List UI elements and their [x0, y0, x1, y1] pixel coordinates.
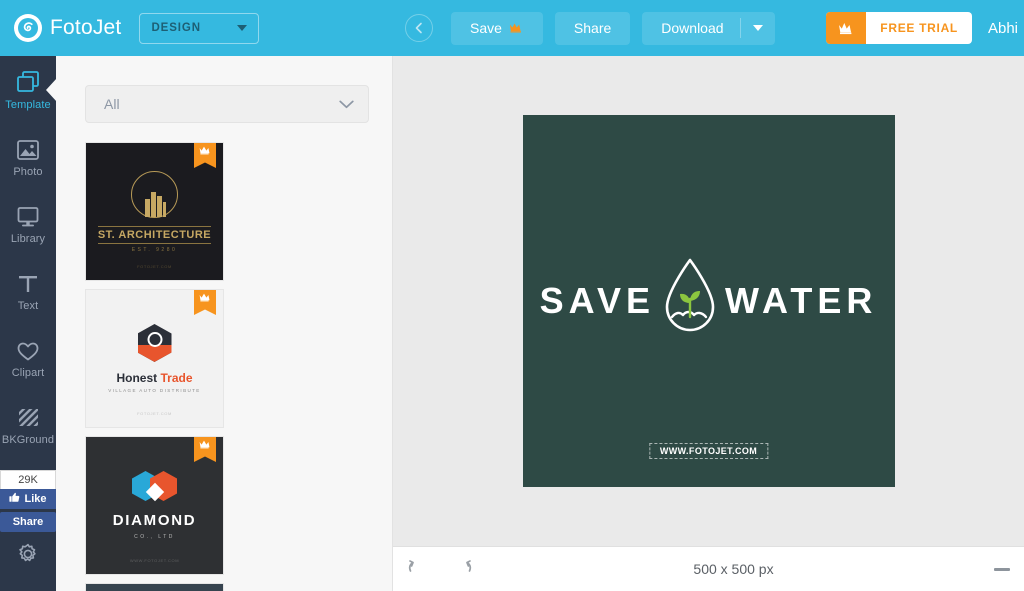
heart-icon: [16, 336, 40, 362]
template-title: ST. ARCHITECTURE: [97, 225, 212, 244]
sidebar-item-text[interactable]: Text: [0, 257, 56, 324]
sidebar-item-label: Library: [10, 233, 46, 245]
top-header: FotoJet DESIGN Save Share Download FREE …: [0, 0, 1024, 56]
sidebar-item-library[interactable]: Library: [0, 190, 56, 257]
premium-crown-badge: [194, 437, 216, 462]
template-footer: FOTOJET.COM: [137, 264, 172, 269]
crown-icon: [509, 20, 524, 36]
caret-down-icon: [752, 25, 763, 31]
facebook-like-label: Like: [24, 493, 47, 505]
design-dropdown-label: DESIGN: [151, 22, 201, 34]
template-title-part-b: Trade: [160, 371, 193, 385]
facebook-share-button[interactable]: Share: [0, 512, 56, 532]
sidebar-item-label: Clipart: [11, 367, 45, 379]
share-button-label: Share: [573, 20, 612, 36]
download-dropdown-toggle[interactable]: [741, 12, 775, 45]
facebook-like-button[interactable]: Like: [0, 489, 56, 509]
fotojet-editor-app: FotoJet DESIGN Save Share Download FREE …: [0, 0, 1024, 591]
brand-name: FotoJet: [50, 16, 122, 39]
facebook-social-widget: 29K Like Share: [0, 470, 56, 532]
zoom-controls: [994, 567, 1024, 571]
template-subtitle: VILLAGE AUTO DISTRIBUTE: [108, 388, 201, 393]
share-button[interactable]: Share: [554, 11, 631, 45]
facebook-share-label: Share: [12, 516, 44, 528]
free-trial-label: FREE TRIAL: [880, 21, 958, 35]
layers-icon: [16, 68, 41, 94]
canvas-size-label: 500 x 500 px: [693, 561, 774, 577]
facebook-like-count: 29K: [0, 470, 56, 489]
template-category-value: All: [104, 96, 120, 112]
template-footer: FOTOJET.COM: [137, 411, 172, 416]
chevron-left-icon: [415, 22, 422, 34]
chevron-down-icon: [339, 96, 354, 112]
redo-arrow-icon: [466, 559, 472, 572]
bottom-toolbar: 500 x 500 px: [393, 546, 1024, 591]
download-button[interactable]: Download: [642, 12, 739, 45]
monitor-icon: [16, 202, 40, 228]
hatch-pattern-icon: [17, 403, 40, 429]
architecture-emblem-icon: [131, 170, 178, 218]
template-subtitle: EST. 9280: [131, 246, 178, 253]
premium-crown-badge: [194, 290, 216, 315]
undo-arrow-icon: [408, 559, 414, 572]
user-account-name[interactable]: Abhi: [988, 20, 1024, 37]
sidebar-item-photo[interactable]: Photo: [0, 123, 56, 190]
template-title: Honest Trade: [116, 371, 192, 385]
sidebar-item-template[interactable]: Template: [0, 56, 56, 123]
settings-button[interactable]: [17, 543, 39, 570]
caret-down-icon: [237, 25, 248, 31]
canvas-word-water: WATER: [725, 280, 878, 321]
crown-icon: [826, 12, 867, 44]
save-button[interactable]: Save: [451, 11, 543, 45]
template-title: DIAMOND: [112, 512, 197, 529]
template-title-part-a: Honest: [116, 371, 161, 385]
canvas-watermark[interactable]: WWW.FOTOJET.COM: [648, 443, 769, 459]
header-tools: Save Share Download FREE TRIAL Abhi: [393, 0, 1024, 56]
template-footer: WWW.FOTOJET.COM: [129, 558, 180, 563]
canvas-workspace: SAVE WATER WWW.FOTOJET.COM: [393, 56, 1024, 546]
free-trial-button[interactable]: FREE TRIAL: [826, 12, 972, 44]
template-thumbnail-st-architecture[interactable]: ST. ARCHITECTURE EST. 9280 FOTOJET.COM: [85, 142, 224, 281]
canvas-word-save: SAVE: [539, 280, 656, 321]
design-dropdown-button[interactable]: DESIGN: [139, 12, 260, 44]
sidebar-item-bkground[interactable]: BKGround: [0, 391, 56, 458]
template-thumbnail-creative-media[interactable]: CREATIVE MEDIA WWW.FOTOJET.COM: [85, 583, 224, 591]
sidebar-item-clipart[interactable]: Clipart: [0, 324, 56, 391]
water-drop-sprout-icon: [659, 255, 721, 348]
template-thumbnail-diamond[interactable]: DIAMOND CO., LTD WWW.FOTOJET.COM: [85, 436, 224, 575]
text-t-icon: [17, 269, 39, 295]
diamond-gem-icon: [132, 471, 177, 512]
design-canvas[interactable]: SAVE WATER WWW.FOTOJET.COM: [522, 115, 895, 487]
brand-zone: FotoJet DESIGN: [0, 0, 393, 56]
template-thumbnail-honest-trade[interactable]: Honest Trade VILLAGE AUTO DISTRIBUTE FOT…: [85, 289, 224, 428]
gear-icon: [19, 543, 36, 562]
download-button-group: Download: [642, 11, 775, 45]
undo-button[interactable]: [407, 559, 429, 580]
history-controls: [393, 559, 473, 580]
sidebar-item-label: BKGround: [1, 434, 55, 446]
template-subtitle: CO., LTD: [134, 534, 175, 540]
download-button-label: Download: [661, 20, 724, 36]
sidebar-item-label: Text: [17, 300, 39, 312]
back-button[interactable]: [405, 14, 433, 42]
template-panel: All ST. ARCHITECTURE EST. 9280 FOTOJET.C…: [56, 56, 393, 591]
steering-wheel-hex-icon: [137, 324, 172, 362]
template-grid: ST. ARCHITECTURE EST. 9280 FOTOJET.COM H…: [56, 142, 392, 591]
save-water-artwork[interactable]: SAVE WATER: [540, 255, 878, 348]
template-category-select[interactable]: All: [85, 85, 369, 123]
sidebar-item-label: Photo: [13, 166, 43, 178]
save-button-label: Save: [470, 20, 502, 36]
spiral-logo-icon: [14, 14, 42, 42]
left-sidebar: Template Photo Library Text Clipart BKGr…: [0, 56, 56, 591]
zoom-out-button[interactable]: [994, 567, 1010, 571]
premium-crown-badge: [194, 143, 216, 168]
thumbs-up-icon: [9, 492, 20, 506]
sidebar-item-label: Template: [5, 99, 51, 111]
image-icon: [16, 135, 40, 161]
redo-button[interactable]: [451, 559, 473, 580]
